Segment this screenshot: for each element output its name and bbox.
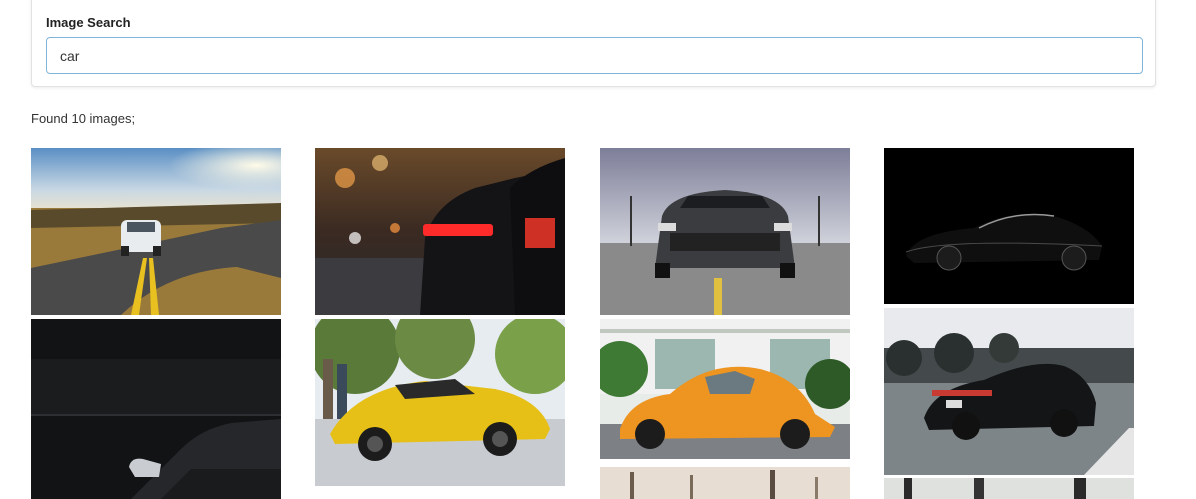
black-porsche-image (884, 308, 1134, 475)
red-taillight-car-image (315, 148, 565, 315)
image-result[interactable] (315, 319, 565, 486)
image-result[interactable] (884, 148, 1134, 304)
trees-image (600, 467, 850, 499)
search-label: Image Search (46, 15, 131, 30)
image-result[interactable] (31, 148, 281, 315)
dark-car-interior-image (31, 319, 281, 499)
image-result[interactable] (600, 467, 850, 499)
image-result[interactable] (600, 148, 850, 315)
grey-mustang-image (600, 148, 850, 315)
image-result[interactable] (315, 148, 565, 315)
image-search-card: Image Search (31, 0, 1156, 87)
palm-trees-image (884, 478, 1134, 499)
search-input[interactable] (46, 37, 1143, 74)
results-count: Found 10 images; (31, 111, 136, 126)
yellow-lamborghini-image (315, 319, 565, 486)
image-result[interactable] (884, 308, 1134, 475)
image-result[interactable] (31, 319, 281, 499)
road-sunset-car-image (31, 148, 281, 315)
orange-beetle-image (600, 319, 850, 459)
image-result[interactable] (600, 319, 850, 459)
black-sedan-silhouette-image (884, 148, 1134, 304)
image-result[interactable] (884, 478, 1134, 499)
